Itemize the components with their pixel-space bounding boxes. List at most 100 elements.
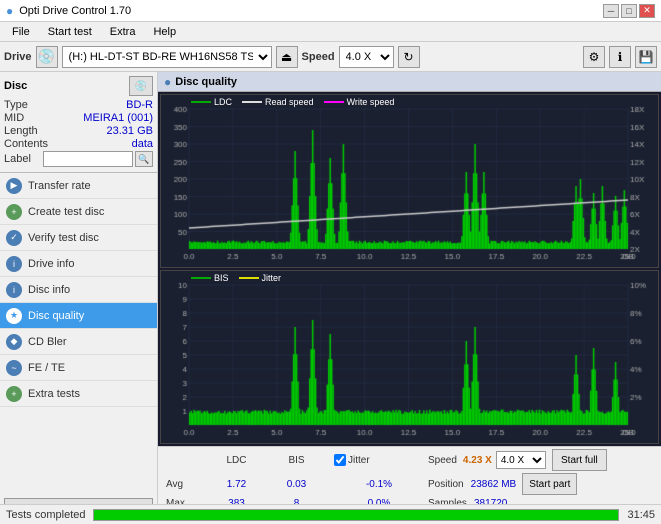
avg-label: Avg [166, 479, 204, 490]
bottom-chart: BIS Jitter [160, 270, 659, 444]
extra-tests-icon: + [6, 386, 22, 402]
top-chart: LDC Read speed Write speed [160, 94, 659, 268]
nav-disc-quality-label: Disc quality [28, 310, 84, 322]
nav-fe-te[interactable]: ~ FE / TE [0, 355, 157, 381]
status-bar: Tests completed 31:45 [0, 504, 661, 524]
titlebar: ● Opti Drive Control 1.70 ─ □ ✕ [0, 0, 661, 22]
dq-title: Disc quality [175, 76, 237, 88]
nav-extra-tests[interactable]: + Extra tests [0, 381, 157, 407]
top-chart-canvas [161, 95, 658, 267]
speed-label: Speed [302, 51, 335, 63]
disc-type-val: BD-R [126, 99, 153, 111]
menubar: File Start test Extra Help [0, 22, 661, 42]
disc-info-icon: i [6, 282, 22, 298]
legend-read: Read speed [242, 97, 314, 107]
col-ldc-header: LDC [204, 455, 269, 466]
fe-te-icon: ~ [6, 360, 22, 376]
disc-title: Disc [4, 80, 27, 92]
ldc-color [191, 101, 211, 103]
drive-select[interactable]: (H:) HL-DT-ST BD-RE WH16NS58 TST4 [62, 46, 272, 68]
transfer-rate-icon: ▶ [6, 178, 22, 194]
position-val: 23862 MB [471, 479, 517, 490]
info-button[interactable]: ℹ [609, 46, 631, 68]
speed-select[interactable]: 4.0 X [339, 46, 394, 68]
sidebar: Disc 💿 Type BD-R MID MEIRA1 (001) Length… [0, 72, 158, 524]
nav-create-test-disc[interactable]: + Create test disc [0, 199, 157, 225]
nav-drive-info[interactable]: i Drive info [0, 251, 157, 277]
start-full-button[interactable]: Start full [552, 449, 607, 471]
nav-disc-info[interactable]: i Disc info [0, 277, 157, 303]
settings-button[interactable]: ⚙ [583, 46, 605, 68]
jitter-col-label: Jitter [348, 455, 370, 466]
avg-bis: 0.03 [269, 479, 324, 490]
contents-label: Contents [4, 138, 48, 150]
close-button[interactable]: ✕ [639, 4, 655, 18]
col-bis-header: BIS [269, 455, 324, 466]
legend-jitter: Jitter [239, 273, 282, 283]
maximize-button[interactable]: □ [621, 4, 637, 18]
dq-header: ● Disc quality [158, 72, 661, 92]
titlebar-controls: ─ □ ✕ [603, 4, 655, 18]
jitter-checkbox[interactable] [334, 454, 346, 466]
disc-label-input[interactable] [43, 151, 133, 167]
avg-ldc: 1.72 [204, 479, 269, 490]
menu-file[interactable]: File [4, 24, 38, 40]
toolbar: Drive 💿 (H:) HL-DT-ST BD-RE WH16NS58 TST… [0, 42, 661, 72]
length-label: Length [4, 125, 38, 137]
nav-extra-tests-label: Extra tests [28, 388, 80, 400]
progress-bar-fill [94, 510, 618, 520]
nav-transfer-rate[interactable]: ▶ Transfer rate [0, 173, 157, 199]
nav-cd-bler-label: CD Bler [28, 336, 67, 348]
menu-help[interactable]: Help [145, 24, 184, 40]
start-part-button[interactable]: Start part [522, 473, 577, 495]
menu-start-test[interactable]: Start test [40, 24, 100, 40]
save-button[interactable]: 💾 [635, 46, 657, 68]
eject-button[interactable]: ⏏ [276, 46, 298, 68]
cd-bler-icon: ◆ [6, 334, 22, 350]
position-label: Position [428, 479, 464, 490]
nav-transfer-rate-label: Transfer rate [28, 180, 91, 192]
nav-drive-info-label: Drive info [28, 258, 74, 270]
app-icon: ● [6, 4, 13, 18]
top-legend: LDC Read speed Write speed [191, 97, 394, 107]
content-area: ● Disc quality LDC Read speed [158, 72, 661, 524]
stats-speed-select[interactable]: 4.0 X [496, 451, 546, 469]
disc-icon-btn[interactable]: 💿 [129, 76, 153, 96]
bottom-chart-canvas [161, 271, 658, 443]
disc-length-val: 23.31 GB [107, 125, 153, 137]
nav-cd-bler[interactable]: ◆ CD Bler [0, 329, 157, 355]
menu-extra[interactable]: Extra [102, 24, 144, 40]
disc-label-label: Label [4, 153, 31, 165]
nav-fe-te-label: FE / TE [28, 362, 65, 374]
charts-area: LDC Read speed Write speed [158, 92, 661, 446]
write-color [324, 101, 344, 103]
bottom-legend: BIS Jitter [191, 273, 281, 283]
read-color [242, 101, 262, 103]
legend-bis: BIS [191, 273, 229, 283]
progress-bar [93, 509, 619, 521]
speed-col-label: Speed [428, 455, 457, 466]
nav-verify-test-disc[interactable]: ✓ Verify test disc [0, 225, 157, 251]
drive-info-icon: i [6, 256, 22, 272]
disc-contents-val: data [132, 138, 153, 150]
nav-verify-test-disc-label: Verify test disc [28, 232, 99, 244]
refresh-button[interactable]: ↻ [398, 46, 420, 68]
status-time: 31:45 [627, 509, 655, 521]
type-label: Type [4, 99, 28, 111]
app-title: Opti Drive Control 1.70 [19, 5, 131, 17]
drive-label: Drive [4, 51, 32, 63]
disc-label-btn[interactable]: 🔍 [135, 151, 153, 167]
minimize-button[interactable]: ─ [603, 4, 619, 18]
bis-color [191, 277, 211, 279]
verify-test-disc-icon: ✓ [6, 230, 22, 246]
disc-mid-val: MEIRA1 (001) [83, 112, 153, 124]
create-test-disc-icon: + [6, 204, 22, 220]
drive-icon-btn[interactable]: 💿 [36, 46, 58, 68]
avg-jitter: -0.1% [334, 479, 424, 490]
legend-write: Write speed [324, 97, 395, 107]
nav-disc-quality[interactable]: ★ Disc quality [0, 303, 157, 329]
nav-create-test-disc-label: Create test disc [28, 206, 104, 218]
titlebar-left: ● Opti Drive Control 1.70 [6, 4, 131, 18]
disc-panel: Disc 💿 Type BD-R MID MEIRA1 (001) Length… [0, 72, 157, 173]
status-text: Tests completed [6, 509, 85, 521]
